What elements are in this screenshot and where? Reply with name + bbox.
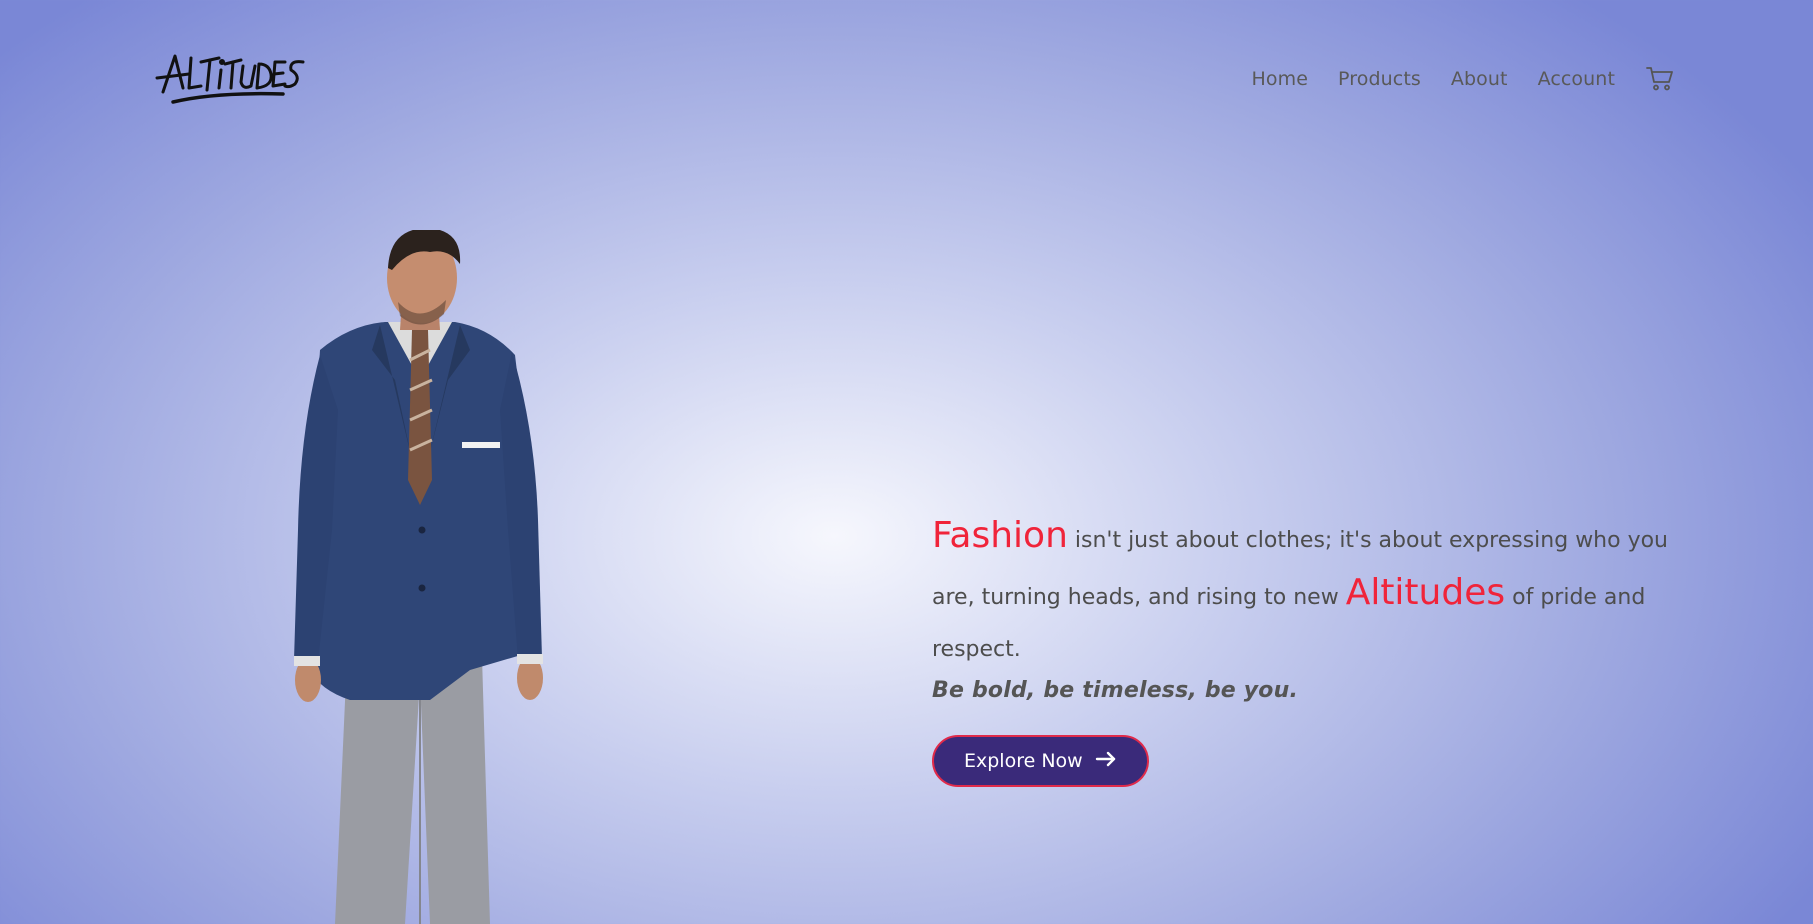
explore-now-button[interactable]: Explore Now bbox=[932, 735, 1149, 787]
hero-tagline: Fashion isn't just about clothes; it's a… bbox=[932, 510, 1692, 676]
nav-account[interactable]: Account bbox=[1538, 68, 1615, 90]
nav-products[interactable]: Products bbox=[1338, 68, 1421, 90]
nav-home[interactable]: Home bbox=[1252, 68, 1309, 90]
hero-motto: Be bold, be timeless, be you. bbox=[932, 678, 1299, 703]
hero-accent-fashion: Fashion bbox=[932, 515, 1068, 556]
model-image bbox=[280, 228, 580, 924]
navbar: Home Products About Account bbox=[0, 0, 1813, 155]
altitudes-logo-icon bbox=[155, 54, 305, 104]
model-in-suit-illustration bbox=[294, 228, 543, 924]
explore-now-label: Explore Now bbox=[964, 750, 1083, 772]
main-nav: Home Products About Account bbox=[1222, 62, 1675, 96]
cart-icon[interactable] bbox=[1645, 64, 1675, 94]
nav-about[interactable]: About bbox=[1451, 68, 1508, 90]
brand-logo[interactable] bbox=[155, 48, 305, 110]
arrow-right-icon bbox=[1095, 750, 1117, 772]
hero-accent-altitudes: Altitudes bbox=[1345, 572, 1506, 613]
hero-section: Fashion isn't just about clothes; it's a… bbox=[932, 510, 1692, 787]
